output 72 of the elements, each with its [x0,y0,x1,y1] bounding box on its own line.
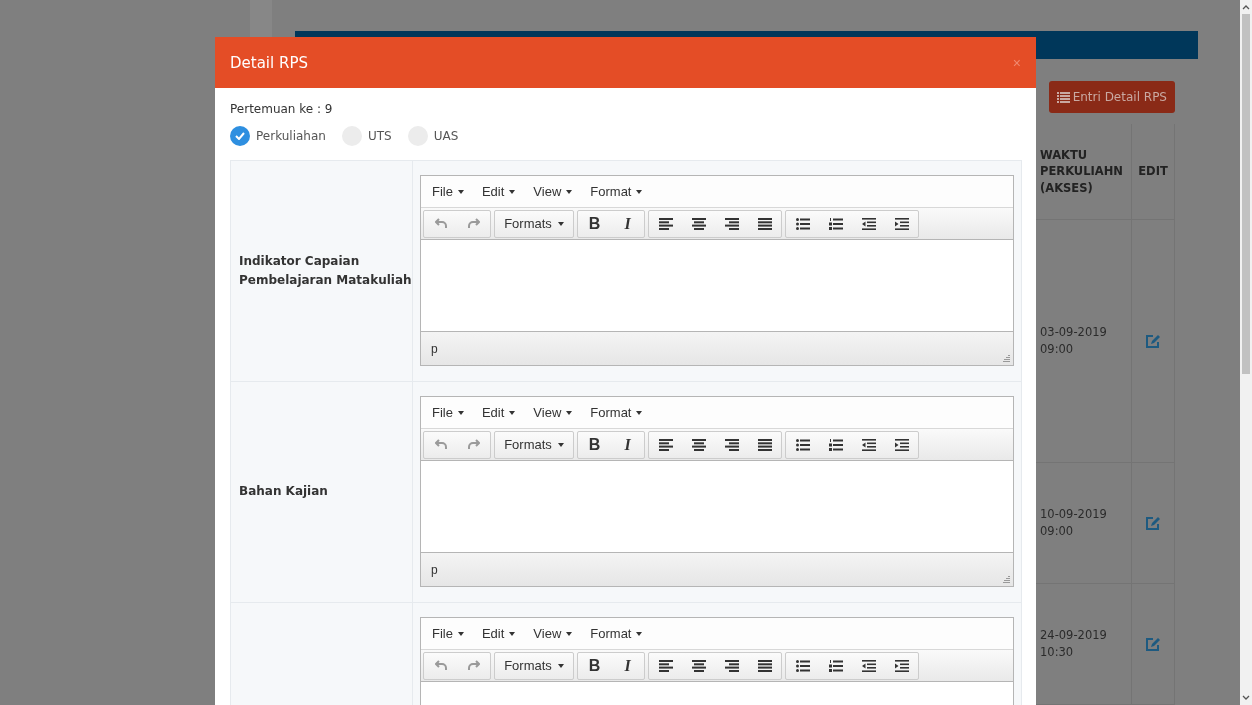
align-justify-icon [757,217,772,230]
formats-dropdown[interactable]: Formats [495,652,573,679]
bullet-list-icon [795,217,810,230]
table-cell-text: 24-09-2019 10:30 [1040,626,1108,661]
align-center-icon [691,438,706,451]
element-path: p [431,562,438,577]
radio-circle[interactable] [230,126,250,146]
align-justify-icon [757,659,772,672]
menu-item[interactable]: File [425,626,471,641]
modal-title: Detail RPS [230,53,308,72]
undo-icon [434,439,447,450]
align-center-icon [691,217,706,230]
scroll-up-icon[interactable] [1242,4,1250,10]
scroll-down-icon[interactable] [1242,695,1250,701]
align-right-icon [724,659,739,672]
indent-icon [894,217,909,230]
menu-item[interactable]: Edit [474,184,523,199]
menu-item[interactable]: View [526,405,580,420]
radio-option[interactable]: UTS [341,126,392,146]
menu-item[interactable]: Edit [474,626,523,641]
menu-item[interactable]: View [526,184,580,199]
element-path: p [431,341,438,356]
radio-option[interactable]: Perkuliahan [230,126,326,146]
numbered-list-icon [828,217,843,230]
undo-icon [434,660,447,671]
outdent-icon [861,659,876,672]
align-left-icon [658,438,673,451]
menu-item[interactable]: File [425,184,471,199]
bold-button[interactable]: B [578,431,611,458]
redo-icon [467,218,480,229]
menu-item[interactable]: Format [583,405,650,420]
entri-detail-button[interactable]: Entri Detail RPS [1048,81,1175,113]
bold-button[interactable]: B [578,210,611,237]
formats-dropdown[interactable]: Formats [495,210,573,237]
indent-icon [894,438,909,451]
menu-item[interactable]: Format [583,626,650,641]
column-header: EDIT [1132,124,1175,219]
bullet-list-icon [795,659,810,672]
label-cell: Indikator Capaian Pembelajaran Matakuliah [231,161,413,381]
menu-item[interactable]: File [425,405,471,420]
numbered-list-icon [828,659,843,672]
meeting-label: Pertemuan ke : 9 [230,102,334,116]
label-cell: Bahan Kajian [231,382,413,602]
outdent-icon [861,217,876,230]
align-left-icon [658,217,673,230]
radio-option[interactable]: UAS [407,126,459,146]
align-justify-icon [757,438,772,451]
resize-handle-icon[interactable] [1003,355,1010,362]
bullet-list-icon [795,438,810,451]
italic-button[interactable]: I [611,652,644,679]
italic-button[interactable]: I [611,210,644,237]
numbered-list-icon [828,438,843,451]
align-center-icon [691,659,706,672]
undo-icon [434,218,447,229]
align-left-icon [658,659,673,672]
redo-icon [467,439,480,450]
bold-button[interactable]: B [578,652,611,679]
align-right-icon [724,217,739,230]
table-cell-text: 03-09-2019 09:00 [1040,323,1108,358]
formats-dropdown[interactable]: Formats [495,431,573,458]
list-icon [1056,91,1070,103]
indent-icon [894,659,909,672]
resize-handle-icon[interactable] [1003,576,1010,583]
scrollbar[interactable] [1240,0,1252,705]
menu-item[interactable]: Edit [474,405,523,420]
italic-button[interactable]: I [611,431,644,458]
menu-item[interactable]: Format [583,184,650,199]
align-right-icon [724,438,739,451]
menu-item[interactable]: View [526,626,580,641]
table-cell-text: 10-09-2019 09:00 [1040,505,1108,540]
redo-icon [467,660,480,671]
outdent-icon [861,438,876,451]
